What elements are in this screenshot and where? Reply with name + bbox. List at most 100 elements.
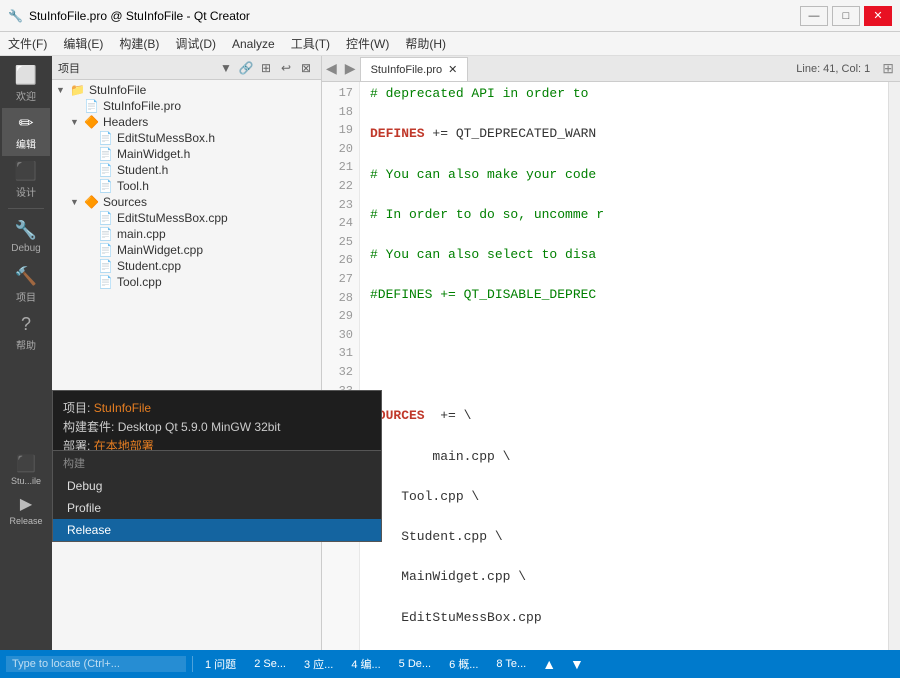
link-btn[interactable]: 🔗 <box>237 59 255 77</box>
tree-file-label: Student.h <box>117 163 168 177</box>
list-item[interactable]: 📄 Tool.h <box>52 178 321 194</box>
code-view[interactable]: 17 18 19 20 21 22 23 24 25 26 27 28 29 3… <box>322 82 900 650</box>
collapse-btn[interactable]: ↩ <box>277 59 295 77</box>
line-col-indicator: Line: 41, Col: 1 <box>790 63 876 75</box>
sidebar-item-help[interactable]: ? 帮助 <box>2 309 50 357</box>
status-problems[interactable]: 1 问题 <box>199 656 242 672</box>
main-area: ⬜ 欢迎 ✏ 编辑 ⬛ 设计 🔧 Debug 🔨 项目 ? 帮助 项目 <box>0 56 900 650</box>
file-tree: ▼ 📁 StuInfoFile 📄 StuInfoFile.pro ▼ 🔶 He… <box>52 80 321 650</box>
menu-item-e[interactable]: 编辑(E) <box>55 33 111 54</box>
status-app[interactable]: 3 应... <box>298 656 339 672</box>
panel-area: 项目 ▼ 🔗 ⊞ ↩ ⊠ ▼ 📁 StuInfoFile <box>52 56 900 650</box>
tree-root[interactable]: ▼ 📁 StuInfoFile <box>52 82 321 98</box>
project-icon: 🔨 <box>15 266 37 287</box>
stufile-icon: ⬛ <box>16 454 36 474</box>
menu-item-w[interactable]: 控件(W) <box>338 33 397 54</box>
sidebar-item-design[interactable]: ⬛ 设计 <box>2 156 50 204</box>
cpp-file-icon: 📄 <box>98 243 113 257</box>
file-icon: 📄 <box>84 99 99 113</box>
menu-item-t[interactable]: 工具(T) <box>283 33 338 54</box>
list-item[interactable]: 📄 MainWidget.cpp <box>52 242 321 258</box>
tab-stuinfofile-pro[interactable]: StuInfoFile.pro ✕ <box>360 57 469 81</box>
kit-item-debug[interactable]: Debug <box>53 475 381 497</box>
menu-item-d[interactable]: 调试(D) <box>167 33 224 54</box>
tab-nav-next[interactable]: ▶ <box>341 60 360 77</box>
sidebar-label-help: 帮助 <box>16 337 36 352</box>
editor-scrollbar[interactable] <box>888 82 900 650</box>
selector-label-release: Release <box>9 516 42 526</box>
list-item[interactable]: 📄 EditStuMessBox.cpp <box>52 210 321 226</box>
tree-root-label: StuInfoFile <box>89 83 146 97</box>
list-item[interactable]: 📄 main.cpp <box>52 226 321 242</box>
sidebar-label-project: 项目 <box>16 289 36 304</box>
selector-item-stufile[interactable]: ⬛ Stu...ile <box>2 450 50 490</box>
list-item[interactable]: 📄 MainWidget.h <box>52 146 321 162</box>
editor-area: ◀ ▶ StuInfoFile.pro ✕ Line: 41, Col: 1 ⊞… <box>322 56 900 650</box>
app-logo: 🔧 <box>8 9 23 23</box>
sidebar-label-welcome: 欢迎 <box>16 88 36 103</box>
tree-sources-group[interactable]: ▼ 🔶 Sources <box>52 194 321 210</box>
arrow-icon: ▼ <box>70 197 84 207</box>
list-item[interactable]: 📄 EditStuMessBox.h <box>52 130 321 146</box>
sidebar-item-edit[interactable]: ✏ 编辑 <box>2 108 50 156</box>
status-search[interactable]: 2 Se... <box>248 658 292 670</box>
status-debug[interactable]: 5 De... <box>393 658 437 670</box>
selector-item-release[interactable]: ▶ Release <box>2 490 50 530</box>
panel-header: 项目 ▼ 🔗 ⊞ ↩ ⊠ <box>52 56 321 80</box>
menu-item-h[interactable]: 帮助(H) <box>397 33 454 54</box>
maximize-button[interactable]: □ <box>832 6 860 26</box>
window-controls: — □ ✕ <box>800 6 892 26</box>
tree-file-label: MainWidget.h <box>117 147 190 161</box>
list-item[interactable]: 📄 Student.h <box>52 162 321 178</box>
arrow-icon: ▼ <box>56 85 70 95</box>
tooltip-project: 项目: StuInfoFile <box>63 399 371 418</box>
sidebar-item-welcome[interactable]: ⬜ 欢迎 <box>2 60 50 108</box>
list-item[interactable]: 📄 Tool.cpp <box>52 274 321 290</box>
tree-file-label: MainWidget.cpp <box>117 243 203 257</box>
status-arrow-down[interactable]: ▼ <box>566 656 588 672</box>
status-overview[interactable]: 6 概... <box>443 656 484 672</box>
design-icon: ⬛ <box>15 161 37 182</box>
close-button[interactable]: ✕ <box>864 6 892 26</box>
code-content[interactable]: # deprecated API in order to DEFINES += … <box>360 82 888 650</box>
kit-item-release[interactable]: Release <box>53 519 381 541</box>
kit-section-header: 构建 <box>53 451 381 475</box>
kit-dropdown: 构建 Debug Profile Release <box>52 450 382 542</box>
close-panel-btn[interactable]: ⊠ <box>297 59 315 77</box>
debug-icon: 🔧 <box>15 220 37 241</box>
bottom-selector: ⬛ Stu...ile ▶ Release <box>0 446 52 534</box>
locate-input[interactable] <box>6 656 186 672</box>
sidebar-item-debug[interactable]: 🔧 Debug <box>2 213 50 261</box>
h-file-icon: 📄 <box>98 163 113 177</box>
tree-headers-group[interactable]: ▼ 🔶 Headers <box>52 114 321 130</box>
status-te[interactable]: 8 Te... <box>490 658 532 670</box>
menu-item-analyze[interactable]: Analyze <box>224 35 283 53</box>
panel-toolbar: ▼ 🔗 ⊞ ↩ ⊠ <box>217 59 315 77</box>
status-edit[interactable]: 4 编... <box>345 656 386 672</box>
tooltip-kit: 构建套件: Desktop Qt 5.9.0 MinGW 32bit <box>63 418 371 437</box>
tab-nav-prev[interactable]: ◀ <box>322 60 341 77</box>
edit-icon: ✏ <box>18 113 33 134</box>
panel-title: 项目 <box>58 60 80 76</box>
release-run-icon: ▶ <box>20 494 32 514</box>
cpp-file-icon: 📄 <box>98 275 113 289</box>
kit-item-profile[interactable]: Profile <box>53 497 381 519</box>
menu-item-f[interactable]: 文件(F) <box>0 33 55 54</box>
tooltip-project-value: StuInfoFile <box>94 401 151 415</box>
tree-pro-file[interactable]: 📄 StuInfoFile.pro <box>52 98 321 114</box>
minimize-button[interactable]: — <box>800 6 828 26</box>
expand-editor-btn[interactable]: ⊞ <box>876 60 900 77</box>
tab-close-icon[interactable]: ✕ <box>448 63 457 76</box>
status-arrow-up[interactable]: ▲ <box>538 656 560 672</box>
expand-btn[interactable]: ⊞ <box>257 59 275 77</box>
list-item[interactable]: 📄 Student.cpp <box>52 258 321 274</box>
welcome-icon: ⬜ <box>15 65 37 86</box>
sidebar-item-project[interactable]: 🔨 项目 <box>2 261 50 309</box>
status-separator <box>192 656 193 672</box>
selector-label-stufile: Stu...ile <box>11 476 41 486</box>
menu-item-b[interactable]: 构建(B) <box>111 33 167 54</box>
statusbar: 1 问题 2 Se... 3 应... 4 编... 5 De... 6 概..… <box>0 650 900 678</box>
sources-icon: 🔶 <box>84 195 99 209</box>
menubar: 文件(F)编辑(E)构建(B)调试(D)Analyze工具(T)控件(W)帮助(… <box>0 32 900 56</box>
filter-btn[interactable]: ▼ <box>217 59 235 77</box>
